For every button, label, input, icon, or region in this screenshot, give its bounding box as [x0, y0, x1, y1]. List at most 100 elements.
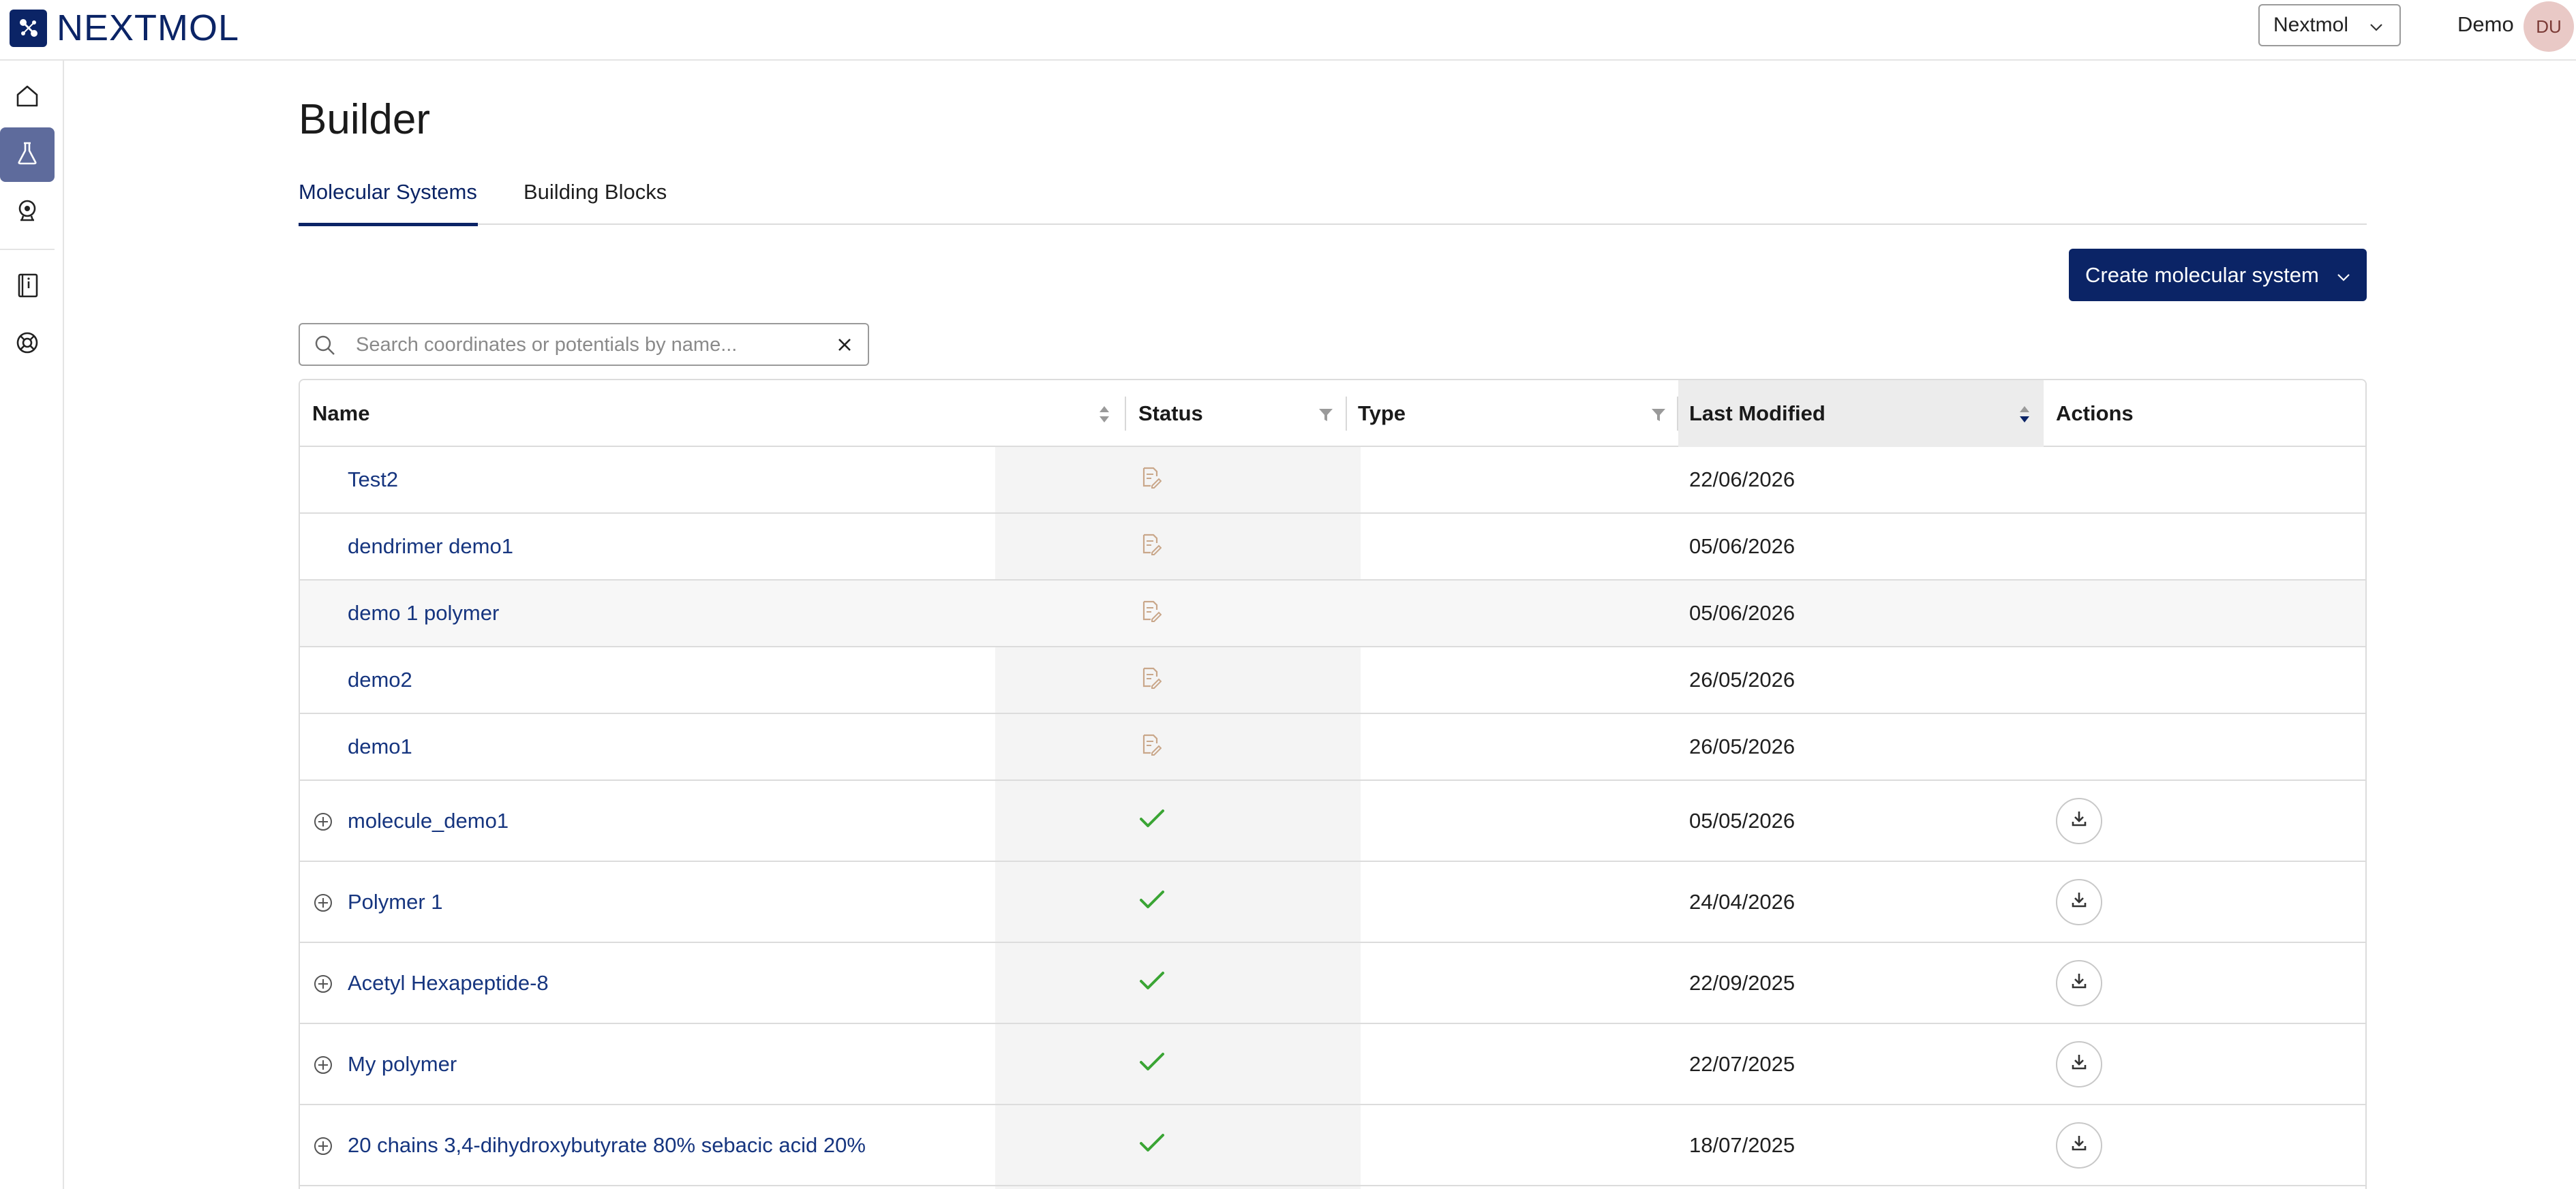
- type-cell: [1358, 943, 1671, 1023]
- expand-row-icon[interactable]: [314, 893, 333, 916]
- sidebar-item-support[interactable]: [0, 317, 55, 371]
- expand-row-icon[interactable]: [314, 812, 333, 835]
- last-modified-value: 18/07/2025: [1689, 1132, 1795, 1157]
- filter-icon[interactable]: [1650, 405, 1667, 429]
- table-row[interactable]: demo1 26/05/2026: [300, 714, 2365, 781]
- molecular-systems-table: Name Status Type Last Modified Actions T…: [299, 379, 2367, 1189]
- status-cell: [1138, 514, 1343, 579]
- download-icon: [2069, 970, 2089, 996]
- name-cell[interactable]: molecule_demo1: [348, 781, 1097, 861]
- download-icon: [2069, 808, 2089, 834]
- actions-cell: [2056, 862, 2192, 942]
- download-button[interactable]: [2056, 1040, 2102, 1087]
- column-header-label: Last Modified: [1689, 401, 1825, 425]
- system-name-link[interactable]: demo2: [348, 668, 412, 692]
- name-cell[interactable]: demo1: [348, 714, 1097, 779]
- last-modified-cell: 26/05/2026: [1689, 714, 2030, 779]
- page-title: Builder: [299, 96, 430, 143]
- download-button[interactable]: [2056, 878, 2102, 925]
- check-icon: [1138, 807, 1166, 835]
- brand-logo[interactable]: NEXTMOL: [10, 7, 239, 49]
- filter-icon[interactable]: [1317, 405, 1335, 429]
- flask-icon: [14, 140, 41, 170]
- system-name-link[interactable]: Acetyl Hexapeptide-8: [348, 971, 549, 995]
- brand-name: NEXTMOL: [57, 7, 240, 48]
- molecule-viewer-icon: [14, 197, 41, 228]
- name-cell[interactable]: Test2: [348, 447, 1097, 512]
- name-cell[interactable]: demo2: [348, 647, 1097, 713]
- name-cell[interactable]: demo 1 polymer: [348, 581, 1097, 646]
- table-row[interactable]: 20 chains 3,4-dihydroxybutyrate 80% seba…: [300, 1105, 2365, 1186]
- name-cell[interactable]: Polymer 1: [348, 862, 1097, 942]
- download-button[interactable]: [2056, 797, 2102, 844]
- table-row[interactable]: demo2 26/05/2026: [300, 647, 2365, 714]
- last-modified-value: 26/05/2026: [1689, 735, 1795, 758]
- actions-cell: [2056, 943, 2192, 1023]
- search-icon: [314, 334, 337, 360]
- last-modified-cell: 05/06/2026: [1689, 514, 2030, 579]
- create-molecular-system-button[interactable]: Create molecular system: [2069, 249, 2367, 301]
- sidebar-item-documentation[interactable]: [0, 260, 55, 314]
- system-name-link[interactable]: Test2: [348, 467, 398, 492]
- draft-document-icon: [1138, 732, 1162, 761]
- table-row[interactable]: Acetyl Hexapeptide-8 22/09/2025: [300, 943, 2365, 1024]
- last-modified-value: 05/05/2026: [1689, 808, 1795, 833]
- system-name-link[interactable]: demo1: [348, 735, 412, 759]
- expand-row-icon[interactable]: [314, 1137, 333, 1159]
- sidebar-item-builder[interactable]: [0, 127, 55, 182]
- download-button[interactable]: [2056, 959, 2102, 1006]
- avatar[interactable]: DU: [2524, 1, 2574, 52]
- tab-molecular-systems[interactable]: Molecular Systems: [299, 180, 478, 226]
- sort-icon[interactable]: [1097, 403, 1111, 431]
- sidebar-item-home[interactable]: [0, 70, 55, 125]
- system-name-link[interactable]: demo 1 polymer: [348, 601, 499, 626]
- organization-select[interactable]: Nextmol: [2258, 4, 2401, 46]
- name-cell[interactable]: 20 chains 3,4-dihydroxybutyrate 80% seba…: [348, 1105, 1097, 1185]
- system-name-link[interactable]: dendrimer demo1: [348, 534, 513, 559]
- clear-search-icon[interactable]: [834, 334, 855, 359]
- name-cell[interactable]: dendrimer demo1: [348, 514, 1097, 579]
- last-modified-value: 22/07/2025: [1689, 1051, 1795, 1076]
- type-cell: [1358, 581, 1671, 646]
- column-header-name[interactable]: Name: [300, 380, 1125, 447]
- download-icon: [2069, 1051, 2089, 1077]
- last-modified-cell: 22/09/2025: [1689, 943, 2030, 1023]
- expand-row-icon[interactable]: [314, 974, 333, 997]
- user-name[interactable]: Demo: [2457, 12, 2514, 37]
- table-row[interactable]: dendrimer demo1 05/06/2026: [300, 514, 2365, 581]
- table-row[interactable]: demo 1 polymer 05/06/2026: [300, 581, 2365, 647]
- table-row[interactable]: molecule_demo1 05/05/2026: [300, 781, 2365, 862]
- status-cell: [1138, 581, 1343, 646]
- system-name-link[interactable]: My polymer: [348, 1052, 457, 1077]
- support-lifebuoy-icon: [14, 329, 41, 360]
- nextmol-logo-icon: [10, 9, 47, 47]
- last-modified-cell: 26/05/2026: [1689, 647, 2030, 713]
- tab-building-blocks[interactable]: Building Blocks: [524, 180, 673, 225]
- sort-descending-icon[interactable]: [2018, 403, 2031, 431]
- type-cell: [1358, 447, 1671, 512]
- status-cell: [1138, 714, 1343, 779]
- name-cell[interactable]: My polymer: [348, 1024, 1097, 1104]
- draft-document-icon: [1138, 465, 1162, 494]
- last-modified-cell: 05/06/2026: [1689, 581, 2030, 646]
- column-header-label: Type: [1358, 401, 1406, 425]
- system-name-link[interactable]: molecule_demo1: [348, 809, 509, 833]
- column-header-last-modified[interactable]: Last Modified: [1678, 380, 2044, 447]
- top-bar: NEXTMOL Nextmol Demo DU: [0, 0, 2576, 61]
- type-cell: [1358, 647, 1671, 713]
- system-name-link[interactable]: 20 chains 3,4-dihydroxybutyrate 80% seba…: [348, 1133, 866, 1158]
- table-row[interactable]: Test2 22/06/2026: [300, 447, 2365, 514]
- name-cell[interactable]: Acetyl Hexapeptide-8: [348, 943, 1097, 1023]
- avatar-initials: DU: [2536, 16, 2562, 37]
- chevron-down-icon: [2335, 266, 2352, 291]
- sidebar-item-viewer[interactable]: [0, 185, 55, 239]
- column-header-status[interactable]: Status: [1126, 380, 1346, 447]
- home-icon: [14, 82, 41, 113]
- column-header-type[interactable]: Type: [1347, 380, 1677, 447]
- download-button[interactable]: [2056, 1122, 2102, 1169]
- search-input[interactable]: [356, 330, 819, 360]
- table-row[interactable]: Polymer 1 24/04/2026: [300, 862, 2365, 943]
- system-name-link[interactable]: Polymer 1: [348, 890, 443, 914]
- table-row[interactable]: My polymer 22/07/2025: [300, 1024, 2365, 1105]
- expand-row-icon[interactable]: [314, 1055, 333, 1078]
